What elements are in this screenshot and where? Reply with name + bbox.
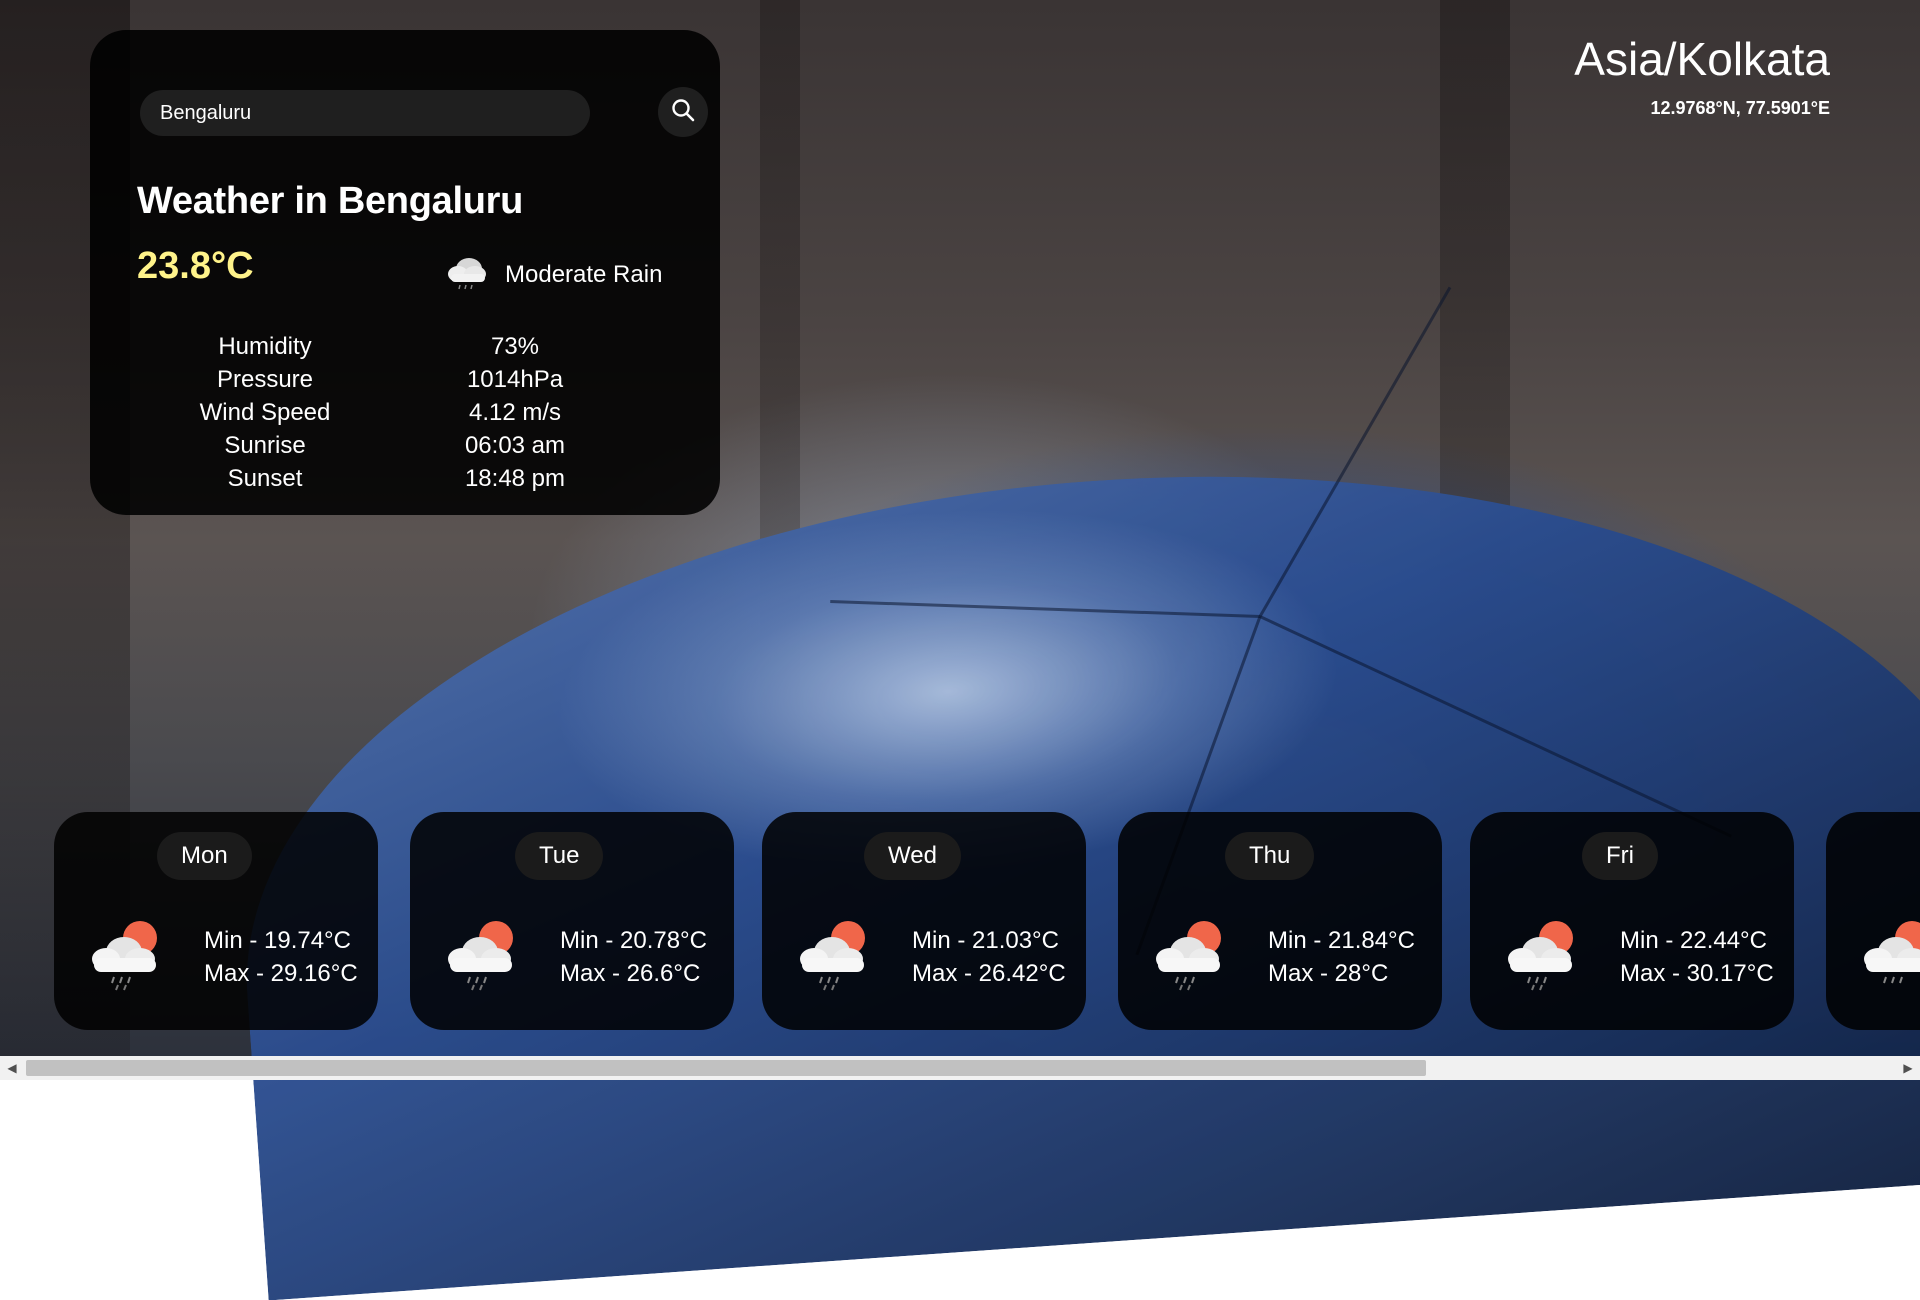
stat-label: Sunset [227, 464, 303, 492]
current-temperature: 23.8°C [137, 245, 254, 287]
forecast-min: Min - 21.03°C [912, 927, 1059, 954]
forecast-max: Max - 28°C [1268, 960, 1389, 987]
forecast-card-thu: Thu Min - 21.84°C Max - 28°C [1118, 812, 1442, 1030]
timezone-label: Asia/Kolkata [1574, 33, 1830, 85]
weather-title: Weather in Bengaluru [137, 180, 524, 222]
sun-cloud-rain-icon [86, 914, 170, 997]
forecast-min: Min - 20.78°C [560, 927, 707, 954]
forecast-temps: Min - 19.74°C Max - 29.16°C [204, 924, 358, 990]
forecast-max: Max - 26.6°C [560, 960, 701, 987]
forecast-card-partial [1826, 812, 1920, 1030]
forecast-min: Min - 19.74°C [204, 927, 351, 954]
stat-label: Wind Speed [199, 398, 331, 426]
search-button[interactable] [658, 87, 708, 137]
stat-value: 4.12 m/s [468, 398, 562, 426]
forecast-card-tue: Tue Min - 20.78°C Max - 26.6°C [410, 812, 734, 1030]
forecast-day: Tue [515, 832, 604, 880]
cloud-rain-icon [445, 252, 491, 297]
sun-cloud-rain-icon [1150, 914, 1234, 997]
stat-value: 18:48 pm [464, 464, 566, 492]
weather-stats: Humidity 73% Pressure 1014hPa Wind Speed… [140, 330, 640, 495]
forecast-day: Fri [1582, 832, 1658, 880]
sun-cloud-rain-icon [794, 914, 878, 997]
search-icon [670, 97, 696, 128]
weather-card: Weather in Bengaluru 23.8°C Moderate Rai… [90, 30, 720, 515]
stat-row-sunrise: Sunrise 06:03 am [140, 429, 640, 462]
scrollbar-thumb[interactable] [26, 1060, 1426, 1076]
stat-label: Sunrise [224, 431, 306, 459]
sun-cloud-rain-icon [1858, 914, 1920, 997]
forecast-temps: Min - 20.78°C Max - 26.6°C [560, 924, 707, 990]
stat-value: 73% [490, 332, 540, 360]
forecast-day: Mon [157, 832, 252, 880]
stat-row-wind-speed: Wind Speed 4.12 m/s [140, 396, 640, 429]
stat-label: Humidity [218, 332, 312, 360]
scroll-left-icon[interactable]: ◀ [0, 1056, 24, 1080]
forecast-min: Min - 21.84°C [1268, 927, 1415, 954]
stat-label: Pressure [216, 365, 314, 393]
weather-condition: Moderate Rain [445, 252, 662, 297]
forecast-card-mon: Mon Min - 19.74°C Max - 29.16°C [54, 812, 378, 1030]
scroll-right-icon[interactable]: ▶ [1896, 1056, 1920, 1080]
forecast-day: Thu [1225, 832, 1315, 880]
sun-cloud-rain-icon [1502, 914, 1586, 997]
forecast-max: Max - 29.16°C [204, 960, 358, 987]
search-input[interactable] [140, 90, 590, 136]
forecast-max: Max - 30.17°C [1620, 960, 1774, 987]
forecast-temps: Min - 22.44°C Max - 30.17°C [1620, 924, 1774, 990]
search-bar [140, 87, 708, 138]
forecast-min: Min - 22.44°C [1620, 927, 1767, 954]
forecast-strip[interactable]: Mon Min - 19.74°C Max - 29.16°C Tue Min … [0, 812, 1920, 1032]
forecast-temps: Min - 21.03°C Max - 26.42°C [912, 924, 1066, 990]
forecast-card-fri: Fri Min - 22.44°C Max - 30.17°C [1470, 812, 1794, 1030]
stat-row-sunset: Sunset 18:48 pm [140, 462, 640, 495]
stat-row-humidity: Humidity 73% [140, 330, 640, 363]
stat-row-pressure: Pressure 1014hPa [140, 363, 640, 396]
stat-value: 1014hPa [466, 365, 564, 393]
horizontal-scrollbar[interactable]: ◀ ▶ [0, 1056, 1920, 1080]
condition-text: Moderate Rain [505, 260, 663, 288]
forecast-max: Max - 26.42°C [912, 960, 1066, 987]
forecast-day: Wed [864, 832, 961, 880]
stat-value: 06:03 am [464, 431, 566, 459]
sun-cloud-rain-icon [442, 914, 526, 997]
forecast-card-wed: Wed Min - 21.03°C Max - 26.42°C [762, 812, 1086, 1030]
coordinates-label: 12.9768°N, 77.5901°E [1650, 98, 1830, 118]
forecast-temps: Min - 21.84°C Max - 28°C [1268, 924, 1415, 990]
